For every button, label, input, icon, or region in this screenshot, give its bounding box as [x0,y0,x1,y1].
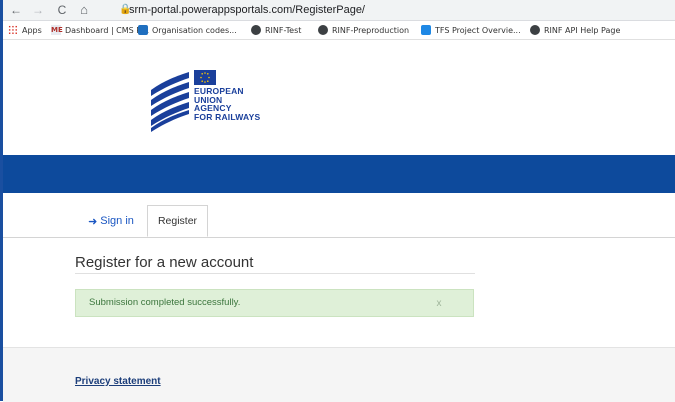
bookmark-label: RINF API Help Page [544,25,621,35]
bookmark-label: TFS Project Overvie... [435,25,521,35]
bookmark-tfs-project-overview[interactable]: TFS Project Overvie... [421,21,521,39]
bookmark-apps[interactable]: Apps [8,21,42,39]
header-navbar [3,155,675,193]
back-arrow-icon[interactable]: ← [9,2,23,18]
forward-arrow-icon[interactable]: → [31,2,45,18]
globe-icon [530,25,540,35]
apps-grid-icon [8,25,18,35]
alert-message: Submission completed successfully. [89,297,241,308]
window-edge [0,0,3,401]
bookmark-dashboard[interactable]: ME Dashboard | CMS R... [51,21,149,39]
bookmark-label: Apps [22,25,42,35]
tab-label: Sign in [100,215,134,227]
bookmark-label: Dashboard | CMS R... [65,25,150,35]
title-divider [75,273,475,274]
privacy-statement-link[interactable]: Privacy statement [75,376,161,387]
logo-wordmark: EUROPEAN UNION AGENCY FOR RAILWAYS [194,86,261,122]
globe-icon [251,25,261,35]
tab-label: Register [157,215,198,227]
page-footer: Privacy statement [3,347,675,402]
dashboard-favicon-icon: ME [51,25,63,35]
success-alert: Submission completed successfully. x [75,289,474,317]
bookmark-rinf-api-help[interactable]: RINF API Help Page [530,21,620,39]
sharepoint-favicon-icon [138,25,148,35]
railway-stripes-logo-icon [151,72,189,132]
tab-divider [3,237,675,238]
tfs-favicon-icon [421,25,431,35]
tab-register[interactable]: Register [147,205,208,237]
sign-in-icon: ➜ [88,215,98,228]
browser-toolbar: ← → C ⌂ 🔒 srm-portal.powerappsportals.co… [3,0,675,21]
bookmark-rinf-test[interactable]: RINF-Test [251,21,301,39]
bookmark-label: RINF-Preproduction [332,25,410,35]
reload-icon[interactable]: C [55,2,69,18]
bookmark-organisation-codes[interactable]: Organisation codes... [138,21,237,39]
address-bar[interactable]: srm-portal.powerappsportals.com/Register… [129,2,365,18]
page-title: Register for a new account [75,254,254,271]
bookmark-label: RINF-Test [265,25,302,35]
home-icon[interactable]: ⌂ [77,2,91,18]
bookmark-label: Organisation codes... [152,25,237,35]
eu-flag-icon [194,70,216,85]
close-icon[interactable]: x [432,290,446,318]
era-logo[interactable]: EUROPEAN UNION AGENCY FOR RAILWAYS [147,66,277,134]
bookmark-rinf-preproduction[interactable]: RINF-Preproduction [318,21,409,39]
tab-sign-in[interactable]: ➜ Sign in [75,205,147,237]
bookmarks-bar: Apps ME Dashboard | CMS R... Organisatio… [3,21,675,40]
globe-icon [318,25,328,35]
